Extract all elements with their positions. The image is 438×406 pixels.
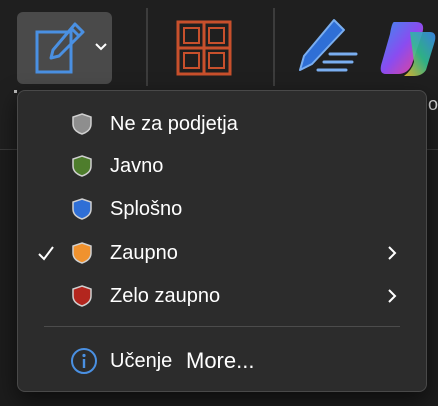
menu-item-learn-more[interactable]: Učenje More... [26, 341, 418, 381]
menu-item-label: Zaupno [110, 242, 178, 264]
info-icon [71, 348, 97, 374]
chevron-down-icon[interactable] [94, 40, 108, 54]
copilot-icon[interactable] [376, 14, 438, 82]
ribbon-separator [146, 8, 148, 86]
ribbon-label-fragment: o [428, 94, 438, 114]
menu-item-javno[interactable]: Javno [26, 146, 418, 186]
chevron-right-icon [388, 246, 397, 260]
grid-icon[interactable] [170, 14, 238, 82]
shield-icon [72, 285, 92, 307]
checkmark-icon [38, 246, 54, 261]
menu-item-ne-za-podjetja[interactable]: Ne za podjetja [26, 104, 418, 144]
pen-icon[interactable] [290, 14, 362, 82]
more-label: More... [186, 348, 255, 373]
sensitivity-menu: Ne za podjetja Javno Splošno Zaupno Zelo… [17, 90, 427, 392]
chevron-right-icon [388, 289, 397, 303]
learn-label: Učenje [110, 350, 173, 372]
document-pencil-icon [35, 22, 85, 74]
sensitivity-button[interactable] [17, 12, 112, 84]
shield-icon [72, 198, 92, 220]
menu-item-label: Ne za podjetja [110, 113, 238, 135]
shield-icon [72, 155, 92, 177]
shield-icon [72, 242, 92, 264]
menu-item-zaupno[interactable]: Zaupno [26, 233, 418, 273]
shield-icon [72, 113, 92, 135]
ribbon-separator [273, 8, 275, 86]
menu-item-label: Zelo zaupno [110, 285, 221, 307]
menu-item-label: Javno [110, 155, 164, 177]
menu-divider [44, 326, 400, 327]
menu-item-zelo-zaupno[interactable]: Zelo zaupno [26, 276, 418, 316]
ribbon-dot [14, 90, 17, 93]
menu-item-splosno[interactable]: Splošno [26, 189, 418, 229]
menu-item-label: Splošno [110, 198, 183, 220]
